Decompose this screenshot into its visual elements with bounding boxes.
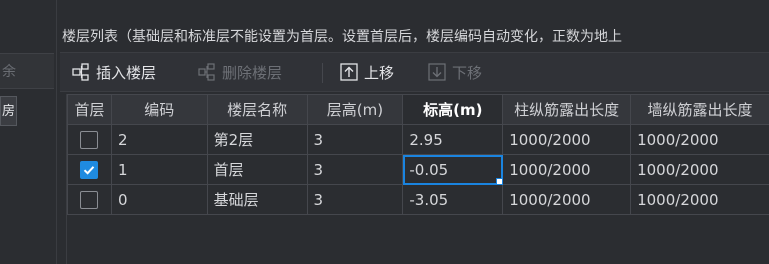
toolbar: 插入楼层 删除楼层 上移 下移	[60, 52, 769, 92]
wall-rebar-cell[interactable]: 1000/2000	[630, 154, 769, 185]
column-rebar-cell[interactable]: 1000/2000	[502, 124, 632, 155]
elevation-cell[interactable]: 2.95	[402, 124, 504, 155]
insert-floor-button[interactable]: 插入楼层	[72, 53, 156, 91]
table-header-row: 首层 编码 楼层名称 层高(m) 标高(m) 柱纵筋露出长度 墙纵筋露出长度	[67, 94, 769, 125]
left-panel: 余 房	[0, 0, 57, 264]
table-row[interactable]: 2 第2层 3 2.95 1000/2000 1000/2000	[67, 124, 769, 155]
code-cell[interactable]: 1	[110, 154, 208, 185]
delete-floor-icon	[198, 63, 216, 81]
code-cell[interactable]: 2	[110, 124, 208, 155]
floor-name-cell[interactable]: 基础层	[206, 184, 308, 215]
height-cell[interactable]: 3	[306, 124, 404, 155]
floor-table-container: 首层 编码 楼层名称 层高(m) 标高(m) 柱纵筋露出长度 墙纵筋露出长度 2…	[66, 94, 769, 264]
column-rebar-cell[interactable]: 1000/2000	[502, 184, 632, 215]
checkmark-icon	[84, 165, 95, 175]
floor-name-cell[interactable]: 第2层	[206, 124, 308, 155]
col-header-wall-rebar[interactable]: 墙纵筋露出长度	[630, 94, 769, 125]
floor-list-header: 楼层列表（基础层和标准层不能设置为首层。设置首层后，楼层编码自动变化，正数为地上	[62, 29, 622, 45]
first-floor-cell[interactable]	[67, 124, 112, 155]
move-down-button[interactable]: 下移	[428, 53, 482, 91]
arrow-up-icon	[340, 63, 358, 81]
floor-name-cell[interactable]: 首层	[206, 154, 308, 185]
wall-rebar-cell[interactable]: 1000/2000	[630, 184, 769, 215]
column-rebar-cell[interactable]: 1000/2000	[502, 154, 632, 185]
move-up-label: 上移	[364, 63, 395, 82]
toolbar-separator	[322, 63, 323, 83]
left-delete-button[interactable]: 余	[0, 53, 54, 89]
fill-handle[interactable]	[496, 178, 502, 184]
insert-floor-label: 插入楼层	[96, 63, 157, 82]
floor-list-panel: 楼层列表（基础层和标准层不能设置为首层。设置首层后，楼层编码自动变化，正数为地上…	[60, 0, 769, 264]
first-floor-checkbox-checked[interactable]	[80, 160, 99, 179]
first-floor-checkbox[interactable]	[80, 190, 99, 209]
code-cell[interactable]: 0	[110, 184, 208, 215]
col-header-height[interactable]: 层高(m)	[306, 94, 404, 125]
first-floor-checkbox[interactable]	[80, 130, 99, 149]
delete-floor-label: 删除楼层	[222, 63, 283, 82]
elevation-cell[interactable]: -3.05	[402, 184, 504, 215]
floor-table: 首层 编码 楼层名称 层高(m) 标高(m) 柱纵筋露出长度 墙纵筋露出长度 2…	[67, 94, 769, 215]
wall-rebar-cell[interactable]: 1000/2000	[630, 124, 769, 155]
left-list-item[interactable]: 房	[0, 96, 17, 126]
elevation-value: -0.05	[409, 160, 449, 179]
col-header-code[interactable]: 编码	[110, 94, 208, 125]
arrow-down-icon	[428, 63, 446, 81]
col-header-first-floor[interactable]: 首层	[67, 94, 112, 125]
first-floor-cell[interactable]	[67, 154, 112, 185]
insert-floor-icon	[72, 63, 90, 81]
elevation-cell-selected[interactable]: -0.05	[402, 154, 504, 185]
col-header-column-rebar[interactable]: 柱纵筋露出长度	[502, 94, 632, 125]
move-up-button[interactable]: 上移	[340, 53, 394, 91]
height-cell[interactable]: 3	[306, 184, 404, 215]
table-row[interactable]: 0 基础层 3 -3.05 1000/2000 1000/2000	[67, 184, 769, 215]
move-down-label: 下移	[452, 63, 483, 82]
col-header-elevation[interactable]: 标高(m)	[402, 94, 504, 125]
first-floor-cell[interactable]	[67, 184, 112, 215]
height-cell[interactable]: 3	[306, 154, 404, 185]
table-row[interactable]: 1 首层 3 -0.05 1000/2000 1000/2000	[67, 154, 769, 185]
floor-list-window: 余 房 楼层列表（基础层和标准层不能设置为首层。设置首层后，楼层编码自动变化，正…	[0, 0, 769, 264]
delete-floor-button[interactable]: 删除楼层	[198, 53, 282, 91]
col-header-floor-name[interactable]: 楼层名称	[206, 94, 308, 125]
